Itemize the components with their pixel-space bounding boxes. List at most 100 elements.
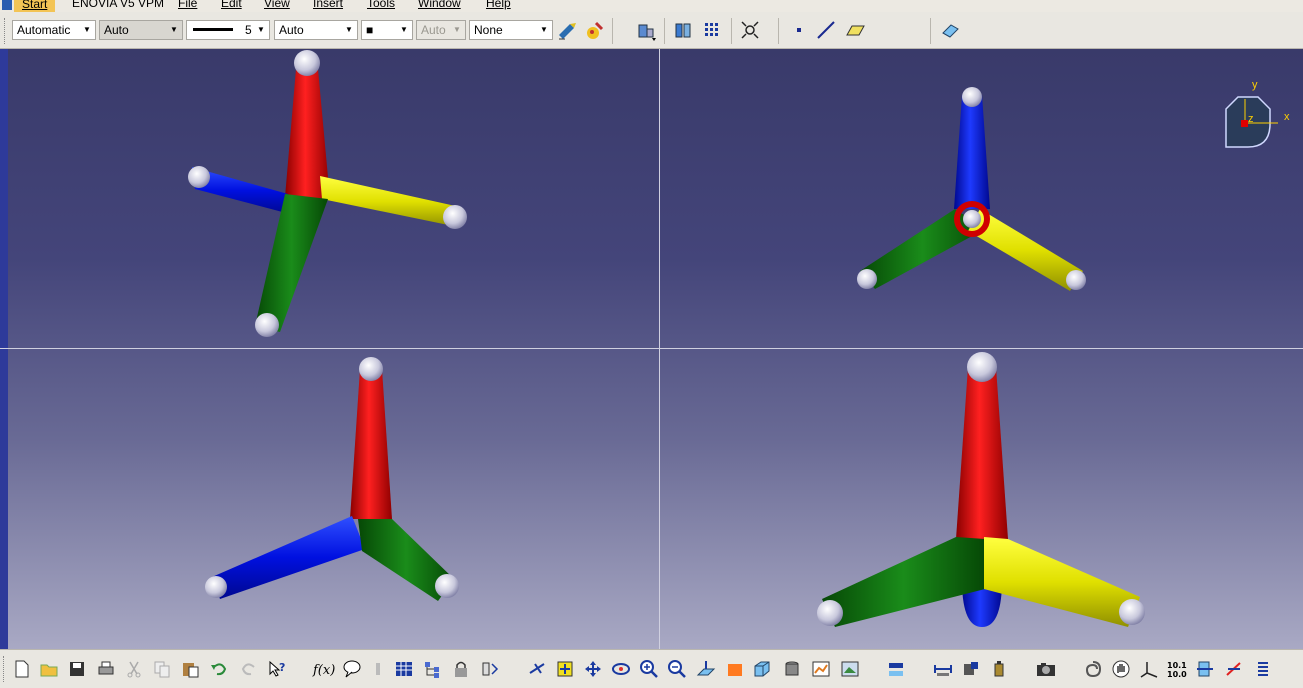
svg-text:?: ? — [279, 661, 285, 674]
undo-icon[interactable] — [207, 657, 231, 681]
model-view-top-right — [857, 87, 1086, 291]
cylinder-icon[interactable] — [780, 657, 804, 681]
chevron-down-icon: ▼ — [83, 25, 91, 34]
swap-icon[interactable] — [884, 657, 908, 681]
toolbar-separator — [731, 18, 732, 44]
open-icon[interactable] — [37, 657, 61, 681]
toolbar-grip[interactable] — [4, 18, 8, 44]
svg-text:10.0: 10.0 — [1167, 670, 1187, 679]
shading-icon[interactable] — [723, 657, 747, 681]
axis-icon[interactable] — [1137, 657, 1161, 681]
line-thickness-combo[interactable]: 5 ▼ — [186, 20, 270, 40]
comment-icon[interactable] — [340, 657, 364, 681]
model-view-bottom-right — [817, 352, 1145, 627]
layer-disabled-value: Auto — [421, 23, 446, 37]
point-symbol-value: ■ — [366, 23, 374, 37]
tree-icon[interactable] — [420, 657, 444, 681]
3d-view-icon[interactable] — [634, 18, 658, 42]
model-geometry — [188, 50, 1145, 627]
transparency-value: Auto — [104, 23, 129, 37]
scale-icon[interactable]: 10.1 10.0 — [1165, 657, 1189, 681]
line-type-combo[interactable]: Auto ▼ — [274, 20, 358, 40]
chevron-down-icon: ▼ — [345, 25, 353, 34]
compass-axis-x: x — [1284, 111, 1290, 123]
point-symbol-combo[interactable]: ■ ▼ — [361, 20, 413, 40]
paint-fill-icon[interactable] — [583, 18, 607, 42]
normal-view-icon[interactable] — [694, 657, 718, 681]
fit-all-icon[interactable] — [553, 657, 577, 681]
camera-icon[interactable] — [1034, 657, 1058, 681]
layer-combo-disabled: Auto ▼ — [416, 20, 466, 40]
dependency-icon[interactable] — [478, 657, 502, 681]
toolbar-separator — [612, 18, 613, 44]
zoom-in-icon[interactable] — [637, 657, 661, 681]
menu-help[interactable]: Help — [486, 0, 511, 10]
plane-icon[interactable] — [843, 18, 867, 42]
menu-bar: Start ENOVIA V5 VPM File Edit View Inser… — [0, 0, 1303, 12]
screen-icon[interactable] — [838, 657, 862, 681]
lock-icon[interactable] — [449, 657, 473, 681]
table-icon[interactable] — [392, 657, 416, 681]
model-view-top-left — [188, 50, 467, 337]
menu-file[interactable]: File — [178, 0, 197, 10]
fly-icon[interactable] — [525, 657, 549, 681]
line-thickness-glyph — [193, 28, 233, 31]
inertia-icon[interactable] — [987, 657, 1011, 681]
fill-color-combo[interactable]: Automatic ▼ — [12, 20, 96, 40]
compass-widget[interactable]: y x z — [1218, 79, 1298, 159]
chevron-down-icon: ▼ — [170, 25, 178, 34]
layer-combo[interactable]: None ▼ — [469, 20, 553, 40]
paste-icon[interactable] — [178, 657, 202, 681]
toolbar-grip[interactable] — [3, 656, 7, 682]
menu-start[interactable]: Start — [14, 0, 56, 12]
new-icon[interactable] — [10, 657, 34, 681]
rotate-icon[interactable] — [609, 657, 633, 681]
3d-viewport[interactable]: y x z — [0, 49, 1303, 649]
print-icon[interactable] — [94, 657, 118, 681]
toolbar-separator — [664, 18, 665, 44]
menu-tools[interactable]: Tools — [367, 0, 395, 10]
compass-axis-y: y — [1252, 79, 1258, 91]
eraser-icon[interactable] — [939, 18, 963, 42]
cut-icon[interactable] — [122, 657, 146, 681]
hand-icon[interactable] — [1109, 657, 1133, 681]
compass-axis-z: z — [1248, 113, 1254, 125]
point-icon[interactable] — [787, 18, 811, 42]
cut-plane-icon[interactable] — [1222, 657, 1246, 681]
chevron-down-icon: ▼ — [257, 25, 265, 34]
list-icon[interactable] — [1251, 657, 1275, 681]
standard-toolbar: ? f(x) 10.1 10.0 — [0, 649, 1303, 688]
svg-text:f(x): f(x) — [312, 663, 335, 678]
painter-icon[interactable] — [555, 18, 579, 42]
multi-view-icon[interactable] — [672, 18, 696, 42]
formula-icon[interactable]: f(x) — [312, 657, 336, 681]
viewport-vertical-split[interactable] — [659, 49, 660, 649]
redo-icon[interactable] — [237, 657, 261, 681]
copy-icon[interactable] — [150, 657, 174, 681]
fit-all-icon[interactable] — [738, 18, 762, 42]
transparency-combo[interactable]: Auto ▼ — [99, 20, 183, 40]
menu-window[interactable]: Window — [418, 0, 461, 10]
menu-edit[interactable]: Edit — [221, 0, 242, 10]
zoom-out-icon[interactable] — [665, 657, 689, 681]
menu-view[interactable]: View — [264, 0, 290, 10]
knowledge-icon[interactable] — [366, 657, 390, 681]
whats-this-icon[interactable]: ? — [265, 657, 289, 681]
measure-icon[interactable] — [931, 657, 955, 681]
menu-insert[interactable]: Insert — [313, 0, 343, 10]
model-view-bottom-left — [205, 357, 459, 601]
measure-item-icon[interactable] — [959, 657, 983, 681]
layer-value: None — [474, 23, 503, 37]
iso-view-icon[interactable] — [750, 657, 774, 681]
chevron-down-icon: ▼ — [453, 25, 461, 34]
grid-icon[interactable] — [700, 18, 724, 42]
menu-enovia[interactable]: ENOVIA V5 VPM — [72, 0, 164, 10]
section-icon[interactable] — [1193, 657, 1217, 681]
viewport-horizontal-split[interactable] — [0, 348, 1303, 349]
spin-icon[interactable] — [1081, 657, 1105, 681]
render-icon[interactable] — [809, 657, 833, 681]
line-icon[interactable] — [814, 18, 838, 42]
save-icon[interactable] — [65, 657, 89, 681]
pan-icon[interactable] — [581, 657, 605, 681]
line-thickness-value: 5 — [245, 23, 252, 37]
